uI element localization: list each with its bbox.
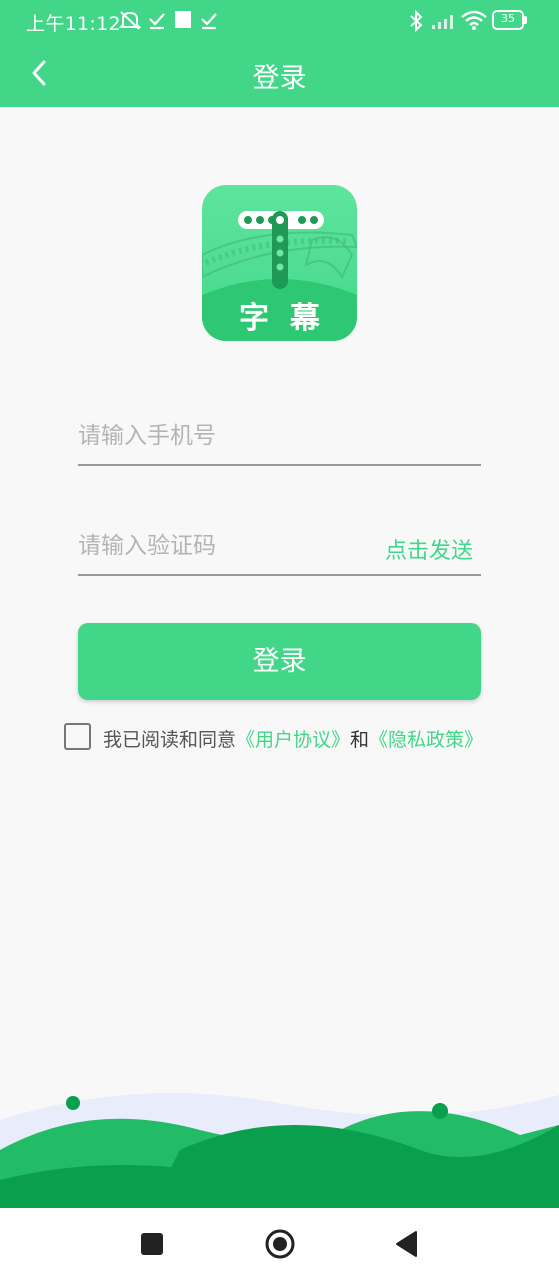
login-button[interactable]: 登录 <box>78 623 481 700</box>
wifi-icon <box>461 10 487 30</box>
agreement-checkbox[interactable] <box>64 723 91 750</box>
bluetooth-icon <box>410 9 423 33</box>
home-circle-icon <box>265 1229 295 1259</box>
status-bar: 上午11:12 35 <box>0 0 559 42</box>
battery-icon: 35 <box>492 10 528 30</box>
back-nav-button[interactable] <box>394 1230 418 1262</box>
status-time: 上午11:12 <box>26 13 121 35</box>
phone-input[interactable] <box>78 414 481 458</box>
home-button[interactable] <box>264 1228 296 1264</box>
battery-level: 35 <box>501 12 515 25</box>
code-field: 点击发送 <box>78 514 481 576</box>
page-title: 登录 <box>252 63 307 94</box>
send-code-button[interactable]: 点击发送 <box>385 533 473 565</box>
agreement-prefix: 我已阅读和同意 <box>103 729 237 751</box>
recents-square-icon <box>141 1233 163 1255</box>
login-screen: 上午11:12 35 登录 字 幕 请输入手机号 请输入验证码 点击发送 登录 … <box>0 0 559 1280</box>
title-bar: 登录 <box>0 42 559 107</box>
signal-icon <box>432 15 453 29</box>
phone-field <box>78 404 481 466</box>
square-icon <box>175 11 191 28</box>
back-triangle-icon <box>396 1231 417 1257</box>
agreement-text: 我已阅读和同意《用户协议》和《隐私政策》 <box>103 725 483 752</box>
recents-button[interactable] <box>140 1232 164 1260</box>
user-agreement-link[interactable]: 《用户协议》 <box>236 729 350 751</box>
check-icon <box>149 13 165 30</box>
logo-text: 字 幕 <box>239 301 320 336</box>
check-icon <box>201 13 217 30</box>
header-bar: 上午11:12 35 登录 <box>0 0 559 107</box>
system-nav-bar <box>0 1208 559 1280</box>
code-input[interactable] <box>78 524 368 568</box>
agreement-joiner: 和 <box>350 729 370 751</box>
hills-decoration <box>0 1093 559 1208</box>
app-logo: 字 幕 <box>202 185 357 341</box>
notification-off-icon <box>118 11 142 30</box>
privacy-policy-link[interactable]: 《隐私政策》 <box>369 729 483 751</box>
